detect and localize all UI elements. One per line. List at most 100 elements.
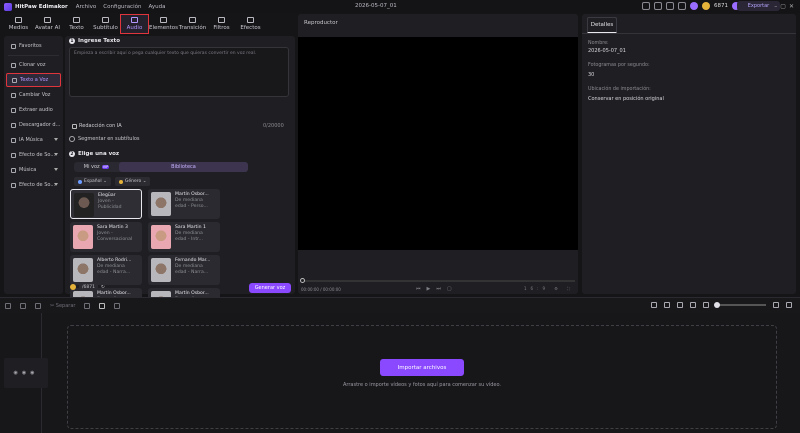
language-filter[interactable]: Español ⌄ xyxy=(74,177,111,186)
import-files-button[interactable]: Importar archivos xyxy=(380,359,464,376)
sidebar-item-efecto-sonido-1[interactable]: Efecto de So... xyxy=(6,148,61,162)
magnet-icon[interactable] xyxy=(677,302,683,308)
zoom-slider[interactable] xyxy=(714,302,766,308)
sound-effect-icon xyxy=(11,182,16,188)
split-button[interactable]: ✂ Separar xyxy=(50,303,75,309)
playback-time: 00:00:00 / 00:00:00 xyxy=(301,287,341,292)
voice-tabs: Mi voz VIP Biblioteca xyxy=(74,162,248,172)
menu-ayuda[interactable]: Ayuda xyxy=(148,4,165,10)
tab-filtros[interactable]: Filtros xyxy=(207,14,236,34)
voice-card[interactable]: Sara Martin 3 Joven - Conversacional xyxy=(70,222,142,252)
sidebar-item-extraer-audio[interactable]: Extraer audio xyxy=(6,103,61,117)
tab-mi-voz[interactable]: Mi voz VIP xyxy=(74,162,119,172)
fps-label: Fotogramas por segundo: xyxy=(588,63,650,68)
star-icon xyxy=(11,43,16,49)
refresh-icon[interactable]: ↻ xyxy=(101,285,105,290)
tab-subtitulo[interactable]: Subtítulo xyxy=(91,14,120,34)
preview-screen[interactable] xyxy=(298,37,578,250)
coin-icon xyxy=(70,284,76,290)
voice-card[interactable]: Sara Martin 1 De mediana edad - Intr... xyxy=(148,222,220,252)
subtitle-icon xyxy=(102,17,109,23)
sound-effect-icon xyxy=(11,152,16,158)
scrubber-handle[interactable] xyxy=(300,278,305,283)
monitor-icon[interactable] xyxy=(642,2,650,10)
zoom-out-icon[interactable] xyxy=(703,302,709,308)
playback-controls[interactable]: ⏮▶⏭▢ xyxy=(416,286,458,292)
voice-info: Sara Martin 1 De mediana edad - Intr... xyxy=(175,225,206,243)
delete-icon[interactable] xyxy=(35,303,41,309)
tts-text-input[interactable]: Empieza a escribir aquí o pega cualquier… xyxy=(69,47,289,97)
name-value: 2026-05-07_01 xyxy=(588,48,626,54)
tab-efectos[interactable]: Efectos xyxy=(236,14,265,34)
zoom-in-icon[interactable] xyxy=(773,302,779,308)
gender-filter[interactable]: Género ⌄ xyxy=(114,177,151,186)
tab-transicion[interactable]: Transición xyxy=(178,14,207,34)
tts-icon xyxy=(12,77,17,83)
tab-biblioteca[interactable]: Biblioteca xyxy=(119,162,248,172)
credits-box: /6871 xyxy=(79,283,98,291)
tab-elementos[interactable]: Elementos xyxy=(149,14,178,34)
extract-icon xyxy=(11,107,16,113)
link-icon[interactable] xyxy=(664,302,670,308)
chevron-down-icon xyxy=(54,168,58,171)
sidebar-item-clonar-voz[interactable]: Clonar voz xyxy=(6,58,61,72)
music-note-icon xyxy=(131,17,138,23)
section-elige-voz: 2 Elige una voz xyxy=(69,151,120,157)
user-avatar[interactable] xyxy=(690,2,698,10)
help-icon[interactable] xyxy=(654,2,662,10)
sidebar-item-descargador[interactable]: Descargador d... xyxy=(6,118,61,132)
tab-medios[interactable]: Medios xyxy=(4,14,33,34)
tab-audio[interactable]: Audio xyxy=(120,14,149,34)
sidebar-item-musica[interactable]: Música xyxy=(6,163,61,177)
redo-icon[interactable] xyxy=(20,303,26,309)
timeline-toolbar: ✂ Separar xyxy=(0,297,800,313)
timeline-edit-tools: ✂ Separar xyxy=(5,303,121,309)
ai-writing-button[interactable]: Redacción con IA xyxy=(72,123,122,129)
step-number: 1 xyxy=(69,38,75,44)
vip-badge: VIP xyxy=(101,165,110,169)
timeline-view-tools xyxy=(651,302,792,308)
audio-sidebar: Favoritos Clonar voz Texto a Voz Cambiar… xyxy=(4,36,63,294)
sidebar-item-efecto-sonido-2[interactable]: Efecto de So... xyxy=(6,178,61,192)
globe-icon xyxy=(78,179,82,184)
chain-icon[interactable] xyxy=(690,302,696,308)
fit-icon[interactable] xyxy=(786,302,792,308)
window-icon[interactable] xyxy=(678,2,686,10)
chevron-down-icon xyxy=(54,138,58,141)
player-options[interactable]: 16:9 ⚙ ⛶ xyxy=(524,286,574,291)
menu-configuracion[interactable]: Configuración xyxy=(103,4,141,10)
window-controls[interactable]: –▢✕ xyxy=(774,3,797,10)
download-icon xyxy=(11,122,16,128)
tab-texto[interactable]: Texto xyxy=(62,14,91,34)
sidebar-item-ia-musica[interactable]: IA Música xyxy=(6,133,61,147)
undo-icon[interactable] xyxy=(5,303,11,309)
zoom-handle[interactable] xyxy=(714,302,720,308)
track-controls[interactable]: ◉◉◉ xyxy=(4,358,48,388)
voice-card[interactable]: Martín Osbor... De mediana edad - Perso... xyxy=(148,189,220,219)
text-to-speech-panel: 1 Ingrese Texto Empieza a escribir aquí … xyxy=(65,36,295,318)
voice-card[interactable]: Fernando Mar... De mediana edad - Narra... xyxy=(148,255,220,285)
tab-detalles[interactable]: Detalles xyxy=(587,17,617,33)
voice-card[interactable]: Elegüar Joven - Publicidad xyxy=(70,189,142,219)
sidebar-item-texto-a-voz[interactable]: Texto a Voz xyxy=(6,73,61,87)
generate-voice-button[interactable]: Generar voz xyxy=(249,283,291,293)
crop-icon[interactable] xyxy=(84,303,91,309)
sidebar-item-favoritos[interactable]: Favoritos xyxy=(6,39,61,53)
radio-button[interactable] xyxy=(69,136,75,142)
media-drop-zone[interactable]: Importar archivos Arrastre o importe víd… xyxy=(67,325,777,429)
speed-icon[interactable] xyxy=(99,303,106,309)
microphone-icon[interactable] xyxy=(651,302,657,308)
voice-avatar xyxy=(151,258,171,282)
voice-avatar xyxy=(73,258,93,282)
menu-archivo[interactable]: Archivo xyxy=(76,4,97,10)
box-icon[interactable] xyxy=(666,2,674,10)
voice-card[interactable]: Alberto Rodri... De mediana edad - Narra..… xyxy=(70,255,142,285)
sidebar-item-cambiar-voz[interactable]: Cambiar Voz xyxy=(6,88,61,102)
media-icon xyxy=(15,17,22,23)
segment-subtitles-option[interactable]: Segmentar en subtítulos xyxy=(69,136,140,142)
effects-icon xyxy=(247,17,254,23)
tab-avatar-ai[interactable]: Avatar AI xyxy=(33,14,62,34)
playback-scrubber[interactable] xyxy=(300,278,575,283)
voice-info: Elegüar Joven - Publicidad xyxy=(98,193,122,211)
freeze-icon[interactable] xyxy=(114,303,121,309)
